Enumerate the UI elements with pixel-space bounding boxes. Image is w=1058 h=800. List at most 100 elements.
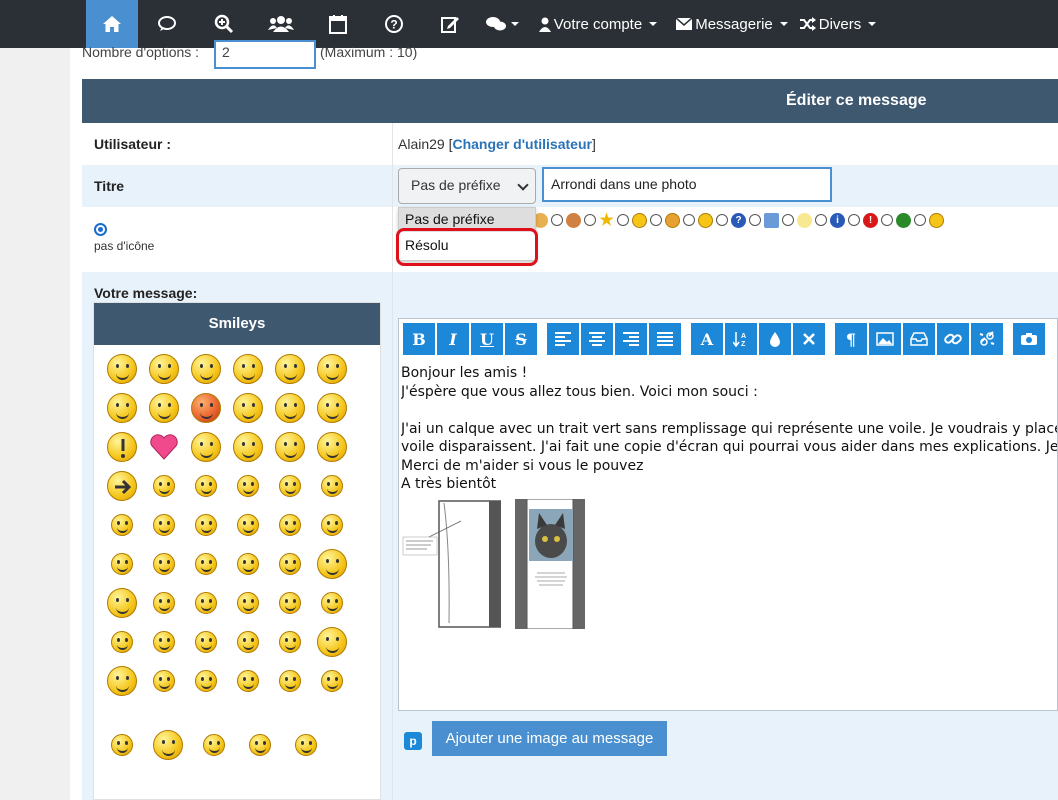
help-icon[interactable]: ? (372, 0, 416, 48)
smiley-icon[interactable] (272, 429, 308, 465)
smiley-icon[interactable] (196, 727, 232, 763)
smiley-icon[interactable] (188, 351, 224, 387)
icon-radio[interactable] (881, 214, 893, 226)
smiley-icon[interactable] (104, 727, 140, 763)
smiley-icon[interactable] (146, 585, 182, 621)
icon-radio[interactable] (749, 214, 761, 226)
smiley-icon[interactable] (272, 468, 308, 504)
smiley-icon[interactable] (104, 351, 140, 387)
smiley-icon[interactable] (104, 585, 140, 621)
editor-content[interactable]: Bonjour les amis ! J'éspère que vous all… (401, 364, 1057, 494)
link-button[interactable] (937, 323, 969, 355)
add-image-button[interactable]: Ajouter une image au message (432, 721, 667, 756)
smiley-icon[interactable] (288, 727, 324, 763)
smiley-icon[interactable] (146, 351, 182, 387)
smiley-icon[interactable] (146, 390, 182, 426)
smiley-icon[interactable] (104, 390, 140, 426)
calendar-icon[interactable] (316, 0, 360, 48)
smiley-icon[interactable] (230, 468, 266, 504)
smiley-icon[interactable] (146, 429, 182, 465)
align-right-button[interactable] (615, 323, 647, 355)
icon-radio[interactable] (848, 214, 860, 226)
smiley-icon[interactable] (314, 468, 350, 504)
smiley-icon[interactable] (230, 624, 266, 660)
paragraph-button[interactable]: ¶ (835, 323, 867, 355)
icon-radio[interactable] (551, 214, 563, 226)
smiley-icon[interactable] (314, 507, 350, 543)
smiley-icon[interactable] (230, 351, 266, 387)
icon-radio[interactable] (584, 214, 596, 226)
smiley-icon[interactable] (188, 468, 224, 504)
smiley-icon[interactable] (230, 585, 266, 621)
justify-button[interactable] (649, 323, 681, 355)
smiley-icon[interactable] (272, 507, 308, 543)
message-editor[interactable]: B I U S A AZ ¶ Bonjour les amis ! J'éspè… (398, 318, 1058, 711)
smiley-icon[interactable] (188, 429, 224, 465)
chat-dropdown[interactable] (482, 0, 522, 48)
smiley-icon[interactable] (272, 546, 308, 582)
smiley-icon[interactable] (104, 546, 140, 582)
smiley-icon[interactable] (272, 351, 308, 387)
smiley-icon[interactable] (188, 585, 224, 621)
account-menu[interactable]: Votre compte (536, 0, 660, 48)
smiley-icon[interactable] (146, 624, 182, 660)
smiley-icon[interactable] (272, 585, 308, 621)
smiley-icon[interactable] (230, 663, 266, 699)
bold-button[interactable]: B (403, 323, 435, 355)
align-center-button[interactable] (581, 323, 613, 355)
font-size-button[interactable]: AZ (725, 323, 757, 355)
misc-menu[interactable]: Divers (796, 0, 880, 48)
camera-button[interactable] (1013, 323, 1045, 355)
smiley-icon[interactable] (272, 663, 308, 699)
smiley-icon[interactable] (314, 390, 350, 426)
underline-button[interactable]: U (471, 323, 503, 355)
smiley-icon[interactable] (314, 585, 350, 621)
smiley-icon[interactable] (230, 507, 266, 543)
smiley-icon[interactable] (314, 663, 350, 699)
smiley-icon[interactable] (104, 663, 140, 699)
edit-icon[interactable] (428, 0, 472, 48)
picture-upload-icon[interactable]: p (404, 732, 422, 750)
smiley-icon[interactable] (314, 624, 350, 660)
smiley-icon[interactable] (188, 663, 224, 699)
options-count-input[interactable]: 2 (214, 40, 316, 69)
smiley-icon[interactable] (146, 468, 182, 504)
smiley-icon[interactable] (150, 727, 186, 763)
icon-radio[interactable] (617, 214, 629, 226)
quote-button[interactable] (903, 323, 935, 355)
smiley-icon[interactable] (188, 546, 224, 582)
title-input[interactable]: Arrondi dans une photo (542, 167, 832, 202)
clear-format-button[interactable] (793, 323, 825, 355)
smiley-icon[interactable] (104, 507, 140, 543)
smiley-icon[interactable] (272, 390, 308, 426)
icon-radio[interactable] (782, 214, 794, 226)
smiley-icon[interactable] (104, 624, 140, 660)
smiley-icon[interactable] (230, 546, 266, 582)
smiley-icon[interactable] (230, 390, 266, 426)
change-user-link[interactable]: Changer d'utilisateur (452, 136, 591, 152)
smiley-icon[interactable] (314, 351, 350, 387)
smiley-icon[interactable] (230, 429, 266, 465)
italic-button[interactable]: I (437, 323, 469, 355)
smiley-icon[interactable] (314, 429, 350, 465)
smiley-icon[interactable] (146, 546, 182, 582)
smiley-icon[interactable] (104, 429, 140, 465)
no-icon-radio[interactable] (94, 223, 107, 236)
color-button[interactable] (759, 323, 791, 355)
icon-radio[interactable] (650, 214, 662, 226)
smiley-icon[interactable] (188, 507, 224, 543)
icon-radio[interactable] (683, 214, 695, 226)
insert-image-button[interactable] (869, 323, 901, 355)
font-button[interactable]: A (691, 323, 723, 355)
prefix-select[interactable]: Pas de préfixe (398, 168, 536, 204)
home-icon[interactable] (86, 0, 138, 48)
smiley-icon[interactable] (146, 507, 182, 543)
comments-icon[interactable] (146, 0, 190, 48)
align-left-button[interactable] (547, 323, 579, 355)
smiley-icon[interactable] (188, 624, 224, 660)
smiley-icon[interactable] (242, 727, 278, 763)
icon-radio[interactable] (815, 214, 827, 226)
smiley-icon[interactable] (188, 390, 224, 426)
icon-radio[interactable] (716, 214, 728, 226)
unlink-button[interactable] (971, 323, 1003, 355)
